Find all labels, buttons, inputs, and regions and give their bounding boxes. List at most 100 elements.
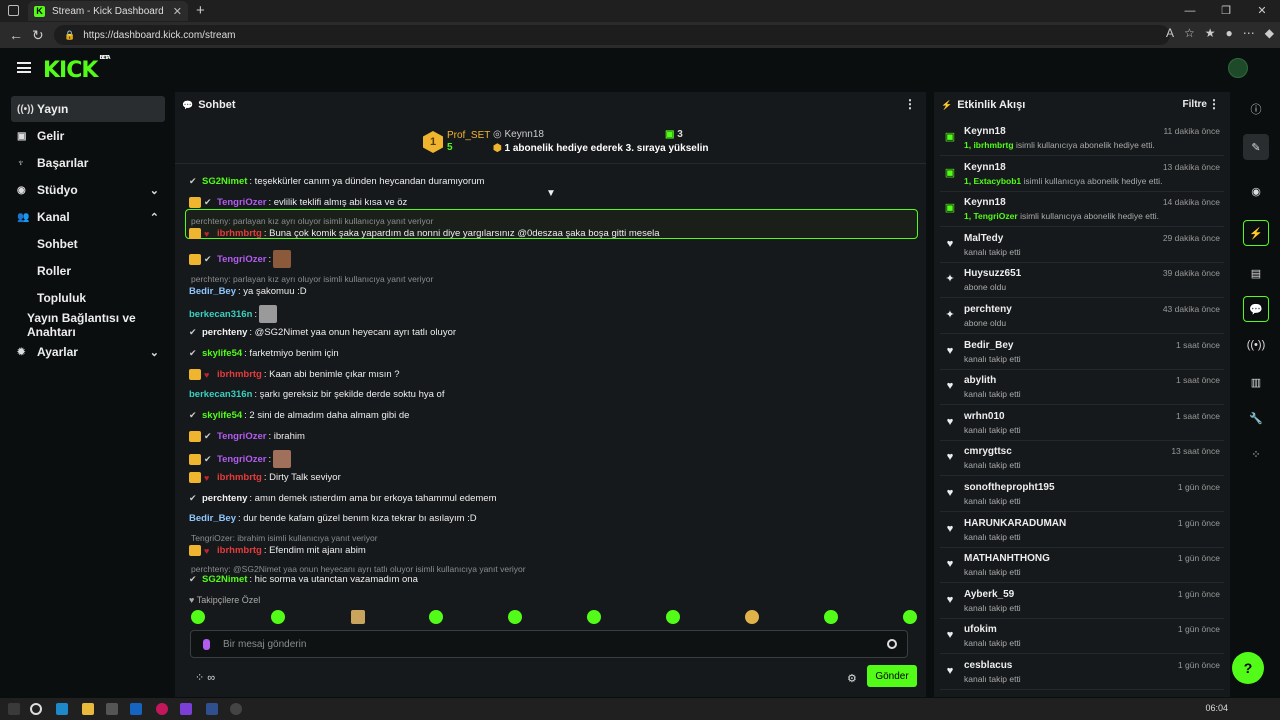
emote-shortcut[interactable] (271, 610, 285, 624)
help-button[interactable]: ? (1232, 652, 1264, 684)
event-item[interactable]: ♥ MATHANHTHONG kanalı takip etti 1 gün önce (940, 549, 1224, 584)
file-explorer-icon[interactable] (82, 703, 94, 715)
chat-message[interactable]: ✔ TengriOzer: (189, 250, 292, 268)
points-icon[interactable]: ⁘ (195, 672, 204, 684)
event-item[interactable]: ♥ wrhn010 kanalı takip etti 1 saat önce (940, 407, 1224, 441)
favorites-bar-icon[interactable]: ★ (1205, 26, 1216, 40)
event-user[interactable]: wrhn010 (964, 411, 1005, 422)
filter-button[interactable]: Filtre (1183, 99, 1207, 110)
chat-message[interactable]: berkecan316n: şarkı gereksiz bir şekilde… (189, 389, 444, 400)
event-item[interactable]: ♥ ufokim kanalı takip etti 1 gün önce (940, 620, 1224, 655)
event-user[interactable]: cmrygttsc (964, 446, 1012, 457)
event-user[interactable]: Huysuzz651 (964, 268, 1021, 279)
event-user[interactable]: Ayberk_59 (964, 589, 1014, 600)
store-icon[interactable] (106, 703, 118, 715)
search-icon[interactable] (30, 703, 42, 715)
emote-shortcut[interactable] (666, 610, 680, 624)
layers-icon[interactable]: ▥ (1243, 369, 1269, 395)
chat-message[interactable]: ♥ ibrhmbrtg: Buna çok komik şaka yapardım… (189, 228, 660, 239)
event-item[interactable]: ✦ perchteny abone oldu 43 dakika önce (940, 300, 1224, 334)
emote-shortcut[interactable] (587, 610, 601, 624)
chat-input[interactable]: Bir mesaj gönderin (190, 630, 908, 658)
more-icon[interactable]: ⋯ (1243, 26, 1255, 40)
chat-message[interactable]: ✔ perchteny: @SG2Nimet yaa onun heyecanı … (189, 327, 456, 338)
chat-message[interactable]: ✔ perchteny: amın demek ıstıerdım ama bır… (189, 493, 497, 504)
app-icon[interactable] (206, 703, 218, 715)
emote-shortcut[interactable] (351, 610, 365, 624)
chat-message[interactable]: ✔ SG2Nimet: hiç sorma ya utançtan yazamad… (189, 574, 418, 582)
emote-shortcut[interactable] (429, 610, 443, 624)
emote-shortcut[interactable] (191, 610, 205, 624)
sidebar-item-sohbet[interactable]: Sohbet (11, 231, 165, 257)
sidebar-item-kanal[interactable]: 👥 Kanal ⌃ (11, 204, 165, 230)
chat-message[interactable]: ✔ TengriOzer: (189, 450, 292, 468)
sidebar-item-topluluk[interactable]: Topluluk (11, 285, 165, 311)
chat-options-icon[interactable]: ⋮ (904, 97, 916, 111)
event-user[interactable]: MATHANHTHONG (964, 553, 1050, 564)
chat-message[interactable]: Bedir_Bey: ya şakomuu :D (189, 286, 307, 297)
event-user[interactable]: HARUNKARADUMAN (964, 518, 1066, 529)
chat-message[interactable]: ✔ TengriOzer: ibrahim (189, 431, 305, 442)
tab-actions-icon[interactable] (8, 5, 19, 16)
chat-message[interactable]: berkecan316n: (189, 305, 278, 323)
event-item[interactable]: ♥ MalTedy kanalı takip etti 29 dakika önce (940, 229, 1224, 263)
favorite-icon[interactable]: ☆ (1184, 26, 1195, 40)
event-user[interactable]: ufokim (964, 624, 997, 635)
emote-shortcut[interactable] (508, 610, 522, 624)
read-aloud-icon[interactable]: A (1166, 26, 1174, 40)
emote-shortcut[interactable] (745, 610, 759, 624)
event-item[interactable]: ♥ HARUNKARADUMAN kanalı takip etti 1 gün ön… (940, 514, 1224, 548)
event-item[interactable]: ▣ Keynn18 1, Extacybob1 isimli kullanıcıya… (940, 158, 1224, 192)
event-user[interactable]: Keynn18 (964, 162, 1006, 173)
event-user[interactable]: sonoftheproph​t195 (964, 482, 1055, 493)
maximize-icon[interactable]: ❐ (1208, 0, 1244, 22)
emote-shortcut[interactable] (824, 610, 838, 624)
app-icon[interactable] (180, 703, 192, 715)
sidebar-item-roller[interactable]: Roller (11, 258, 165, 284)
close-tab-icon[interactable]: ✕ (173, 5, 182, 18)
event-item[interactable]: ✦ Huysuzz651 abone oldu 39 dakika önce (940, 264, 1224, 299)
event-user[interactable]: Keynn18 (964, 197, 1006, 208)
sidebar-item-yayin[interactable]: ((•)) Yayın (11, 96, 165, 122)
event-item[interactable]: ♥ cesblacus kanalı takip etti 1 gün önce (940, 656, 1224, 690)
url-field[interactable]: 🔒 https://dashboard.kick.com/stream (54, 25, 1170, 45)
camera-icon[interactable]: ◉ (1243, 178, 1269, 204)
community-icon[interactable]: ⁘ (1243, 441, 1269, 467)
kick-logo[interactable]: KICKBETA (43, 55, 111, 83)
close-window-icon[interactable]: ✕ (1244, 0, 1280, 22)
chat-message[interactable]: ♥ ibrhmbrtg: Dirty Talk seviyor (189, 472, 341, 483)
wrench-icon[interactable]: 🔧 (1243, 405, 1269, 431)
event-item[interactable]: ▣ Keynn18 1, TengriOzer isimli kullanıcıya… (940, 193, 1224, 228)
chat-message[interactable]: ♥ ibrhmbrtg: Efendim mit ajanı abim (189, 545, 366, 556)
event-item[interactable]: ♥ abylith kanalı takip etti 1 saat önce (940, 371, 1224, 406)
chat-message[interactable]: Bedir_Bey: dur bende kafam güzel benım k… (189, 513, 477, 524)
user-avatar[interactable] (1228, 58, 1248, 78)
top-gifter[interactable]: 1 Prof_SET 5 (423, 130, 490, 154)
opera-icon[interactable] (156, 703, 168, 715)
infinity-icon[interactable]: ∞ (207, 672, 215, 684)
refresh-icon[interactable]: ↻ (32, 27, 44, 44)
back-icon[interactable]: ← (9, 27, 23, 43)
mic-icon[interactable] (203, 639, 210, 650)
send-button[interactable]: Gönder (867, 665, 917, 687)
browser-tab[interactable]: K Stream - Kick Dashboard ✕ (28, 1, 188, 21)
info-icon[interactable]: ⓘ (1243, 96, 1269, 122)
minimize-icon[interactable]: — (1172, 0, 1208, 22)
event-item[interactable]: ♥ Bedir_Bey kanalı takip etti 1 saat önce (940, 336, 1224, 370)
chevron-down-icon[interactable]: ⌄ (150, 346, 159, 359)
start-icon[interactable] (8, 703, 20, 715)
chevron-up-icon[interactable]: ⌃ (150, 211, 159, 224)
event-item[interactable]: ♥ sonoftheproph​t195 kanalı takip etti 1 gü… (940, 478, 1224, 512)
event-user[interactable]: Bedir_Bey (964, 340, 1013, 351)
edge-icon[interactable] (56, 703, 68, 715)
event-item[interactable]: ♥ cmrygttsc kanalı takip etti 13 saat önce (940, 442, 1224, 477)
chat-message[interactable]: ♥ ibrhmbrtg: Kaan abi benimle çıkar mısın… (189, 369, 400, 380)
profile-icon[interactable]: ● (1226, 26, 1233, 40)
event-options-icon[interactable]: ⋮ (1208, 97, 1220, 111)
lightning-icon[interactable]: ⚡ (1243, 220, 1269, 246)
chat-message[interactable]: ✔ skylife54: farketmiyo benim için (189, 348, 339, 359)
broadcast-icon[interactable]: ((•)) (1243, 332, 1269, 358)
event-item[interactable]: ♥ Ayberk_59 kanalı takip etti 1 gün önce (940, 585, 1224, 619)
chat-message[interactable]: ✔ SG2Nimet: teşekkürler canım ya dünden h… (189, 176, 484, 187)
emote-shortcut[interactable] (903, 610, 917, 624)
